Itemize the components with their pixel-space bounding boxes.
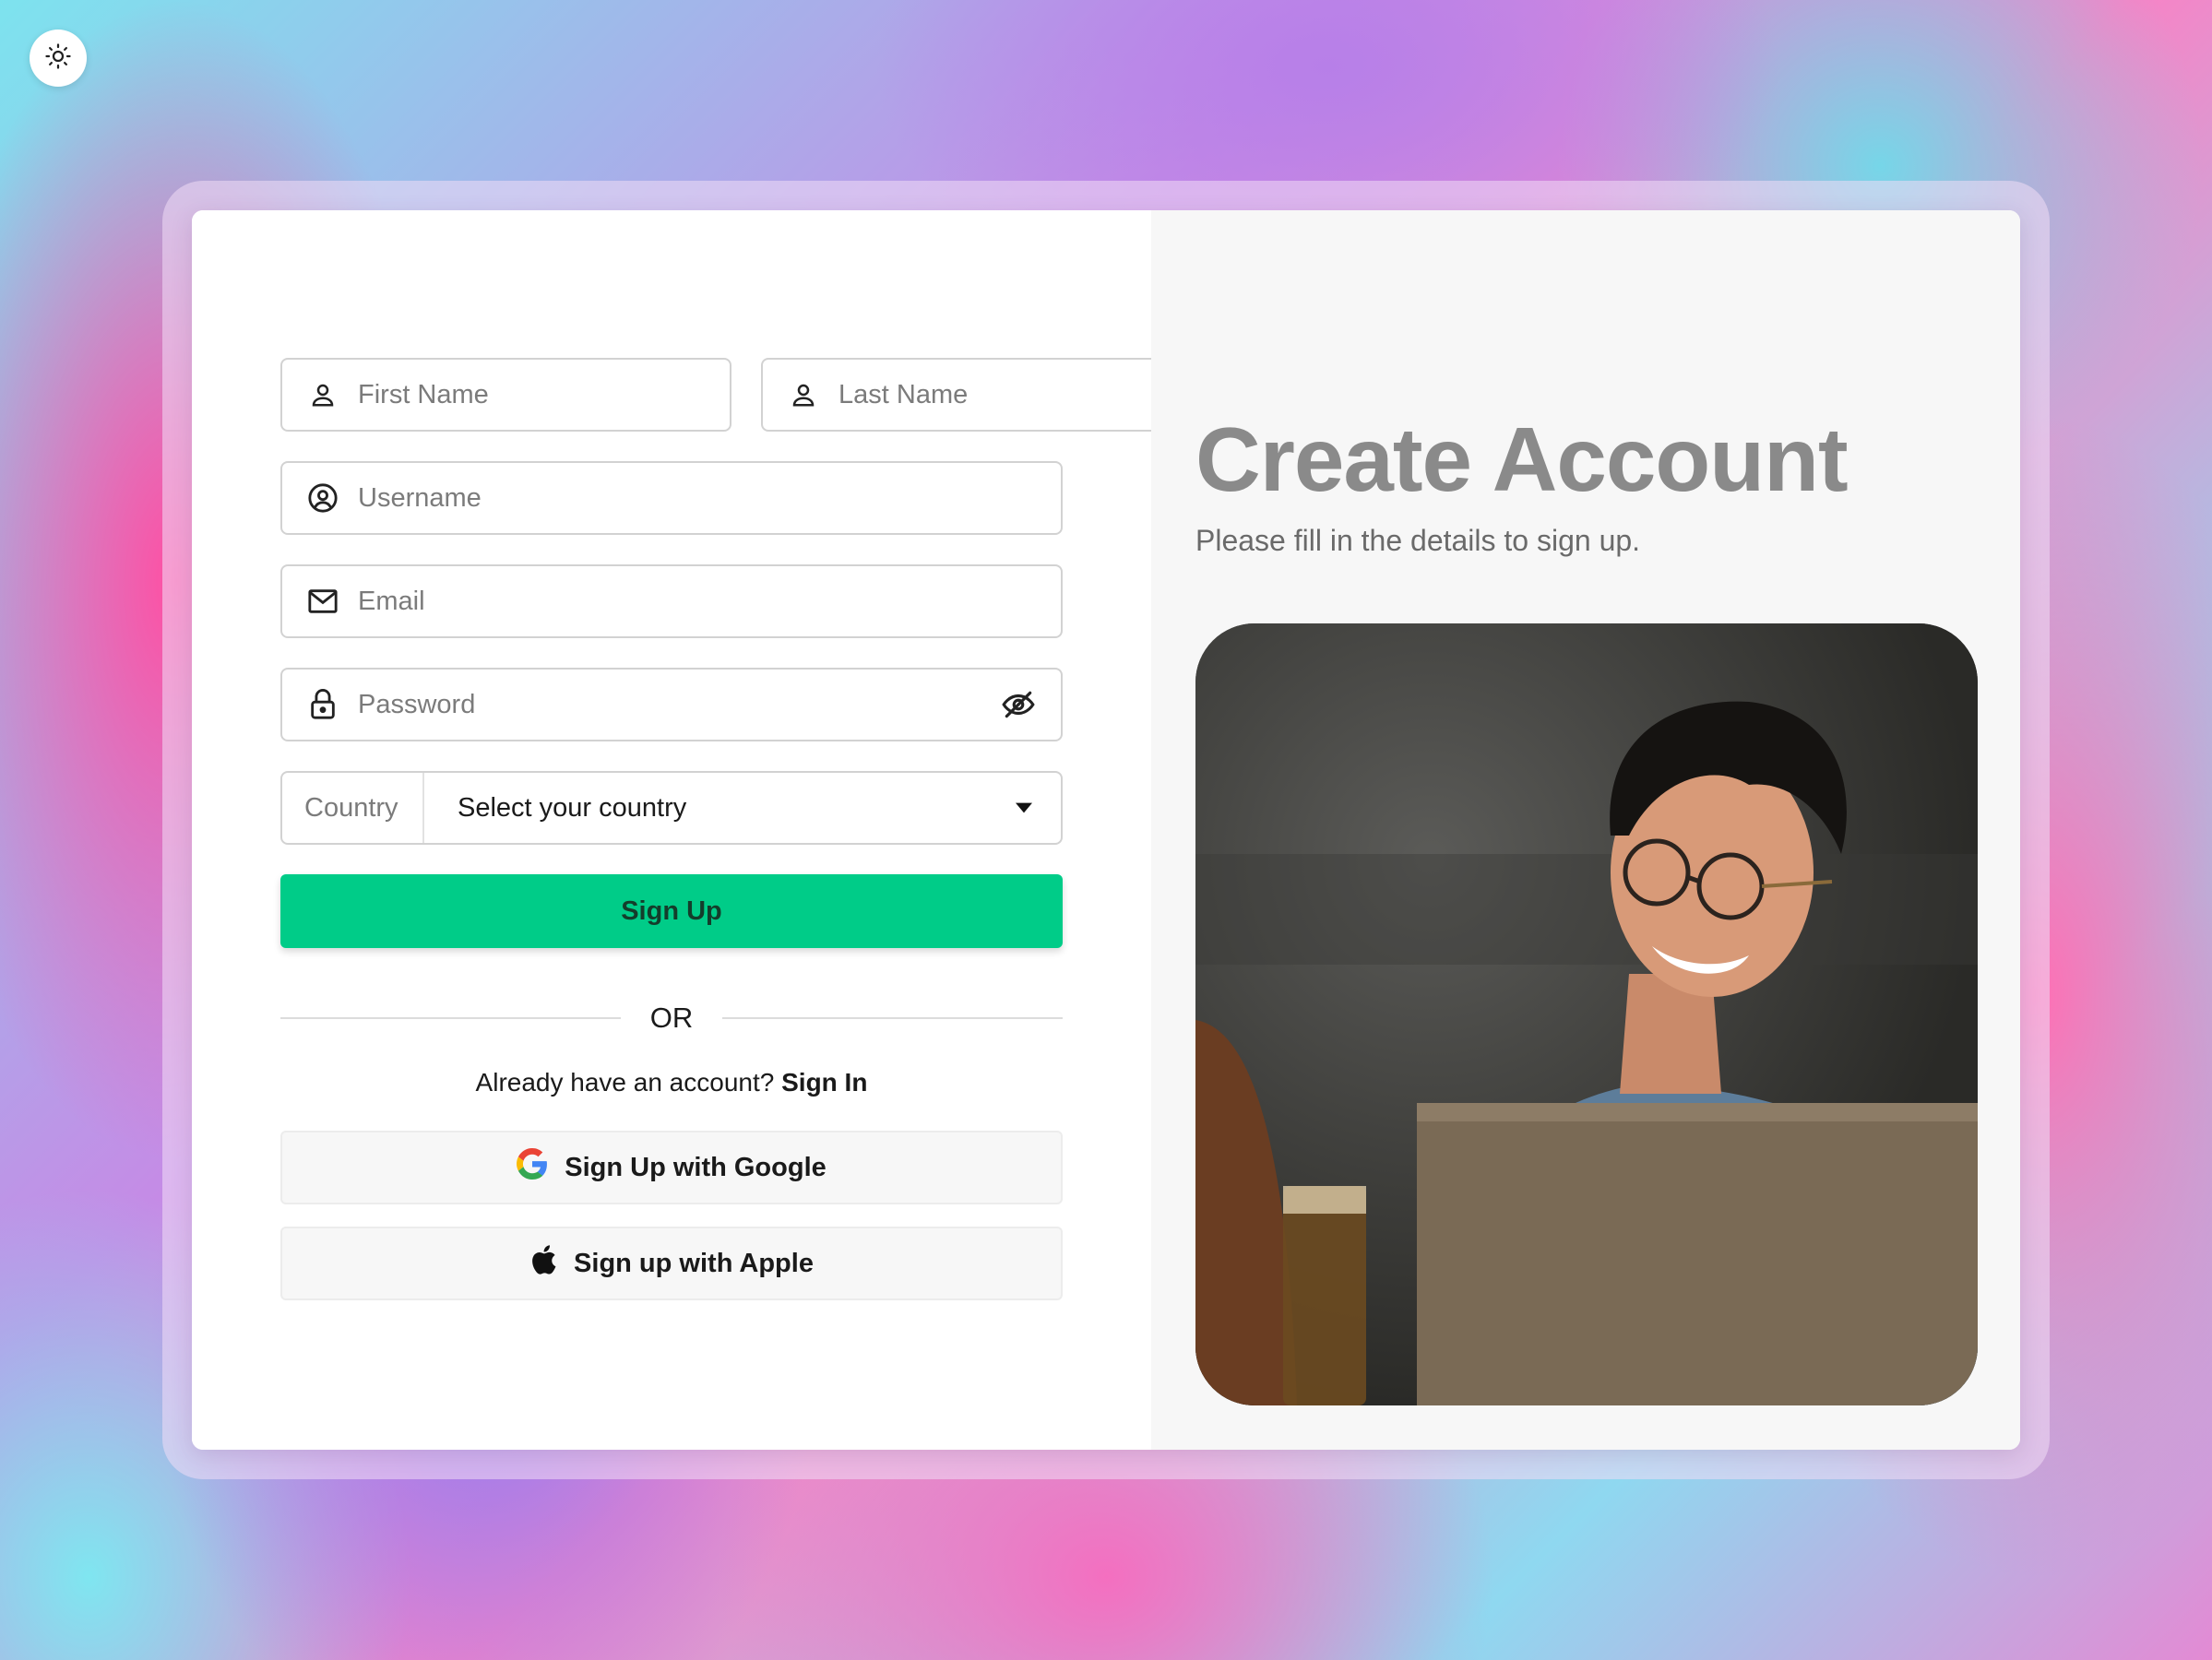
signup-form: Country Select your country Sign Up OR A… bbox=[280, 358, 1212, 1300]
hero-panel: Create Account Please fill in the detail… bbox=[1151, 210, 2020, 1450]
sign-in-link[interactable]: Sign In bbox=[781, 1068, 867, 1097]
username-input[interactable] bbox=[358, 482, 1037, 514]
already-have-account: Already have an account? Sign In bbox=[280, 1068, 1063, 1097]
smiling-person-with-laptop-photo bbox=[1195, 623, 1978, 1405]
first-name-field[interactable] bbox=[280, 358, 731, 432]
mail-icon bbox=[306, 585, 339, 618]
apple-icon bbox=[529, 1244, 557, 1283]
google-signup-button[interactable]: Sign Up with Google bbox=[280, 1131, 1063, 1204]
or-label: OR bbox=[649, 1002, 694, 1034]
apple-signup-button[interactable]: Sign up with Apple bbox=[280, 1227, 1063, 1300]
last-name-field[interactable] bbox=[761, 358, 1212, 432]
last-name-input[interactable] bbox=[838, 379, 1186, 410]
country-select[interactable]: Country Select your country bbox=[280, 771, 1063, 845]
signup-button[interactable]: Sign Up bbox=[280, 874, 1063, 948]
email-input[interactable] bbox=[358, 586, 1037, 617]
already-text: Already have an account? bbox=[475, 1068, 775, 1097]
password-field[interactable] bbox=[280, 668, 1063, 741]
apple-signup-label: Sign up with Apple bbox=[574, 1248, 814, 1278]
hero-photo bbox=[1195, 623, 1978, 1405]
page-subtitle: Please fill in the details to sign up. bbox=[1195, 524, 1641, 557]
google-icon bbox=[517, 1148, 548, 1187]
page-title: Create Account bbox=[1195, 409, 1849, 510]
sun-icon bbox=[44, 42, 72, 75]
country-label: Country bbox=[282, 773, 424, 843]
user-icon bbox=[306, 378, 339, 411]
country-value[interactable]: Select your country bbox=[424, 793, 987, 824]
lock-icon bbox=[306, 688, 339, 721]
eye-off-icon[interactable] bbox=[1000, 686, 1037, 723]
username-field[interactable] bbox=[280, 461, 1063, 535]
divider-line-left bbox=[280, 1017, 621, 1019]
signup-form-panel: Country Select your country Sign Up OR A… bbox=[192, 210, 1212, 1450]
theme-toggle-button[interactable] bbox=[30, 30, 87, 87]
caret-down-icon[interactable] bbox=[987, 802, 1061, 813]
signup-card: Country Select your country Sign Up OR A… bbox=[192, 210, 2020, 1450]
user-icon bbox=[787, 378, 820, 411]
google-signup-label: Sign Up with Google bbox=[565, 1152, 827, 1182]
password-input[interactable] bbox=[358, 689, 989, 720]
email-field[interactable] bbox=[280, 564, 1063, 638]
or-divider: OR bbox=[280, 1000, 1063, 1037]
user-circle-icon bbox=[306, 481, 339, 515]
divider-line-right bbox=[722, 1017, 1063, 1019]
first-name-input[interactable] bbox=[358, 379, 706, 410]
